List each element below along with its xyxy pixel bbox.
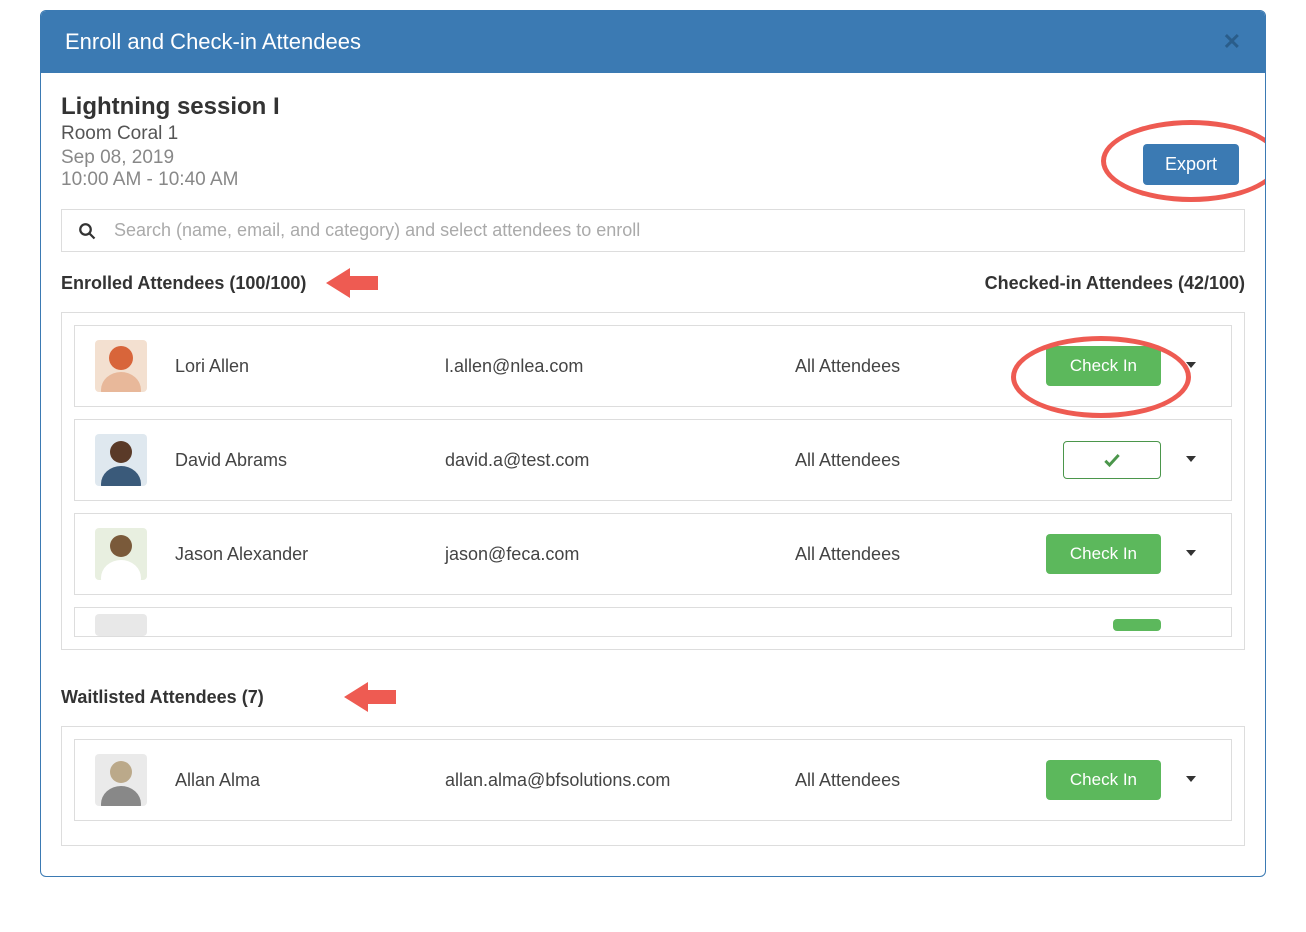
waitlisted-count-label: Waitlisted Attendees (7): [61, 687, 264, 708]
enrolled-list: Lori Allen l.allen@nlea.com All Attendee…: [61, 312, 1245, 650]
checkin-button-partial[interactable]: [1113, 619, 1161, 631]
attendee-category: All Attendees: [795, 450, 975, 471]
checkedin-count-label: Checked-in Attendees (42/100): [985, 273, 1245, 294]
avatar: [95, 754, 147, 806]
attendee-email: jason@feca.com: [445, 544, 785, 565]
session-header-row: Lightning session I Room Coral 1 Sep 08,…: [61, 93, 1245, 191]
session-title: Lightning session I: [61, 93, 280, 121]
attendee-row: David Abrams david.a@test.com All Attend…: [74, 419, 1232, 501]
search-bar[interactable]: [61, 209, 1245, 252]
avatar: [95, 340, 147, 392]
row-menu-caret-icon[interactable]: [1184, 544, 1198, 565]
annotation-arrow-enrolled: [326, 266, 378, 300]
session-time: 10:00 AM - 10:40 AM: [61, 169, 280, 191]
row-menu-caret-icon[interactable]: [1184, 770, 1198, 791]
avatar: [95, 614, 147, 636]
search-icon: [78, 222, 96, 240]
row-menu-caret-icon[interactable]: [1184, 356, 1198, 377]
checkin-button[interactable]: Check In: [1046, 534, 1161, 574]
section-labels: Enrolled Attendees (100/100) Checked-in …: [61, 266, 1245, 300]
checked-in-button[interactable]: [1063, 441, 1161, 479]
waitlisted-list: Allan Alma allan.alma@bfsolutions.com Al…: [61, 726, 1245, 846]
export-button[interactable]: Export: [1143, 144, 1239, 185]
attendee-name: Jason Alexander: [175, 544, 435, 565]
attendee-row: Jason Alexander jason@feca.com All Atten…: [74, 513, 1232, 595]
attendee-row-partial: [74, 607, 1232, 637]
row-menu-caret-icon[interactable]: [1184, 450, 1198, 471]
session-info: Lightning session I Room Coral 1 Sep 08,…: [61, 93, 280, 191]
checkin-button[interactable]: Check In: [1046, 760, 1161, 800]
attendee-email: david.a@test.com: [445, 450, 785, 471]
attendee-email: allan.alma@bfsolutions.com: [445, 770, 785, 791]
export-wrap: Export: [1143, 144, 1245, 191]
search-input[interactable]: [114, 220, 1228, 241]
attendee-category: All Attendees: [795, 356, 975, 377]
attendee-category: All Attendees: [795, 544, 975, 565]
avatar: [95, 528, 147, 580]
attendee-name: Lori Allen: [175, 356, 435, 377]
session-room: Room Coral 1: [61, 123, 280, 145]
attendee-row: Lori Allen l.allen@nlea.com All Attendee…: [74, 325, 1232, 407]
modal-header: Enroll and Check-in Attendees ✕: [41, 11, 1265, 73]
avatar: [95, 434, 147, 486]
attendee-name: Allan Alma: [175, 770, 435, 791]
attendee-name: David Abrams: [175, 450, 435, 471]
session-date: Sep 08, 2019: [61, 147, 280, 169]
waitlist-label-row: Waitlisted Attendees (7): [61, 680, 1245, 714]
attendee-row: Allan Alma allan.alma@bfsolutions.com Al…: [74, 739, 1232, 821]
modal-content: Lightning session I Room Coral 1 Sep 08,…: [41, 73, 1265, 876]
modal-title: Enroll and Check-in Attendees: [65, 29, 361, 55]
enrolled-count-label: Enrolled Attendees (100/100): [61, 273, 306, 294]
attendee-category: All Attendees: [795, 770, 975, 791]
close-icon[interactable]: ✕: [1223, 29, 1241, 55]
attendee-email: l.allen@nlea.com: [445, 356, 785, 377]
checkin-button[interactable]: Check In: [1046, 346, 1161, 386]
annotation-arrow-waitlist: [344, 680, 396, 714]
enroll-checkin-modal: Enroll and Check-in Attendees ✕ Lightnin…: [40, 10, 1266, 877]
